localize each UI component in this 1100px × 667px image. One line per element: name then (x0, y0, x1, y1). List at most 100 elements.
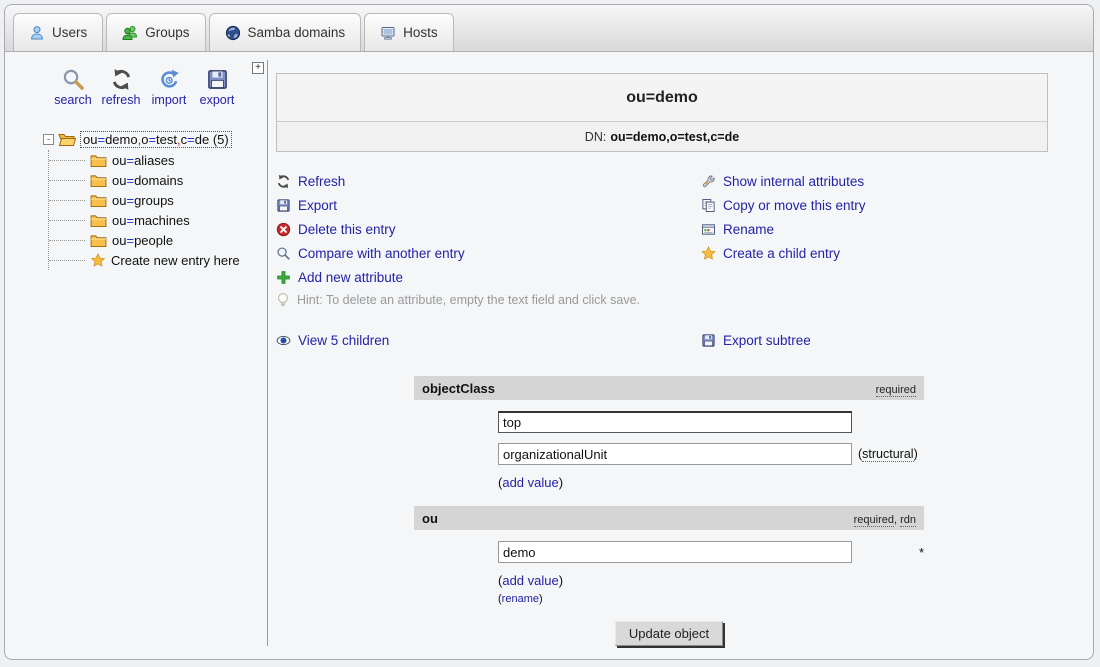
tree-item-ou-domains[interactable]: ou=domains (49, 170, 268, 190)
tab-label: Users (52, 25, 87, 40)
tab-groups[interactable]: Groups (106, 13, 205, 51)
tree-sidebar: + search refresh import export (5, 52, 268, 660)
plus-icon[interactable] (276, 270, 291, 285)
globe-icon (225, 25, 241, 41)
folder-icon (90, 234, 107, 247)
import-button[interactable]: import (145, 68, 193, 107)
floppy-icon[interactable] (701, 333, 716, 348)
objectclass-value-input-1[interactable] (498, 443, 852, 465)
search-label: search (54, 93, 92, 107)
ou-value-input[interactable] (498, 541, 852, 563)
folder-icon (90, 214, 107, 227)
tab-label: Groups (145, 25, 189, 40)
structural-note: (structural) (858, 447, 918, 461)
rdn-marker: * (919, 545, 924, 560)
children-row: View 5 children Export subtree (276, 328, 1048, 352)
add-attribute-link[interactable]: Add new attribute (276, 265, 701, 289)
add-value-link[interactable]: add value (502, 475, 558, 490)
entry-header: ou=demo DN: ou=demo,o=test,c=de (276, 73, 1048, 152)
refresh-icon (110, 68, 133, 91)
attribute-values: (structural) (add value) (414, 400, 924, 490)
refresh-link[interactable]: Refresh (276, 169, 701, 193)
tree-item-label: Create new entry here (111, 253, 240, 268)
dn-label: DN: (585, 130, 607, 144)
floppy-icon[interactable] (276, 198, 291, 213)
attribute-header: ou required, rdn (414, 506, 924, 530)
tab-label: Hosts (403, 25, 438, 40)
expand-all-button[interactable]: + (252, 62, 264, 74)
tree-item-label: ou=groups (112, 193, 174, 208)
attribute-name: objectClass (422, 381, 495, 396)
folder-icon (90, 154, 107, 167)
compare-entry-link[interactable]: Compare with another entry (276, 241, 701, 265)
star-icon[interactable] (701, 246, 716, 261)
user-icon (29, 25, 45, 41)
refresh-button[interactable]: refresh (97, 68, 145, 107)
tree-item-ou-machines[interactable]: ou=machines (49, 210, 268, 230)
import-icon (158, 68, 181, 91)
tab-label: Samba domains (248, 25, 346, 40)
create-child-entry-link[interactable]: Create a child entry (701, 241, 1048, 265)
show-internal-attributes-link[interactable]: Show internal attributes (701, 169, 1048, 193)
copy-icon[interactable] (701, 198, 716, 213)
attribute-header: objectClass required (414, 376, 924, 400)
attribute-ou: ou required, rdn * (add value) (rename) (414, 506, 924, 605)
delete-entry-link[interactable]: Delete this entry (276, 217, 701, 241)
folder-icon (90, 174, 107, 187)
tree-item-create-entry[interactable]: Create new entry here (49, 250, 268, 270)
export-subtree-link[interactable]: Export subtree (701, 328, 1048, 352)
sidebar-toolbar: search refresh import export (49, 68, 268, 107)
attribute-flags: required (876, 384, 916, 396)
add-value-link[interactable]: add value (502, 573, 558, 588)
hint-text: Hint: To delete an attribute, empty the … (297, 293, 640, 307)
attribute-values: * (add value) (rename) (414, 530, 924, 605)
add-value-row: (add value) (498, 573, 924, 588)
rename-link[interactable]: Rename (701, 217, 1048, 241)
rename-icon[interactable] (701, 222, 716, 237)
tree-item-ou-aliases[interactable]: ou=aliases (49, 150, 268, 170)
search-button[interactable]: search (49, 68, 97, 107)
wrench-icon[interactable] (701, 174, 716, 189)
tab-bar: Users Groups Samba domains Hosts (5, 5, 1093, 52)
folder-icon (90, 194, 107, 207)
attribute-flags: required, rdn (854, 514, 916, 526)
update-object-button[interactable]: Update object (615, 621, 723, 646)
tree-item-label: ou=aliases (112, 153, 175, 168)
refresh-icon[interactable] (276, 174, 291, 189)
objectclass-value-input-0[interactable] (498, 411, 852, 433)
entry-dn: DN: ou=demo,o=test,c=de (277, 122, 1047, 151)
tree-item-ou-people[interactable]: ou=people (49, 230, 268, 250)
structural-link[interactable]: structural (862, 447, 913, 462)
open-folder-icon (58, 133, 76, 147)
export-link[interactable]: Export (276, 193, 701, 217)
entry-actions: Refresh Export Delete this entry Compare… (276, 169, 1048, 289)
tab-users[interactable]: Users (13, 13, 103, 51)
star-icon (90, 253, 106, 268)
tree-root-entry[interactable]: - ou=demo,o=test,c=de (5) (43, 129, 268, 150)
rename-value-link[interactable]: rename (502, 593, 539, 605)
add-value-row: (add value) (498, 475, 924, 490)
actions-right-column: Show internal attributes Copy or move th… (701, 169, 1048, 289)
update-row: Update object (414, 621, 924, 646)
dn-value: ou=demo,o=test,c=de (610, 130, 739, 144)
entry-panel: ou=demo DN: ou=demo,o=test,c=de Refresh … (268, 52, 1093, 660)
tree-children: ou=aliases ou=domains ou=groups ou=machi… (48, 150, 268, 270)
attribute-objectclass: objectClass required (structural) (add v… (414, 376, 924, 490)
value-row: (structural) (498, 443, 924, 465)
tab-hosts[interactable]: Hosts (364, 13, 454, 51)
import-label: import (152, 93, 187, 107)
tree-item-label: ou=domains (112, 173, 183, 188)
app-window: Users Groups Samba domains Hosts + searc… (4, 4, 1094, 660)
eye-icon[interactable] (276, 333, 291, 348)
hint-row: Hint: To delete an attribute, empty the … (276, 289, 1048, 311)
view-children-link[interactable]: View 5 children (276, 328, 701, 352)
lightbulb-icon (276, 292, 290, 308)
copy-move-entry-link[interactable]: Copy or move this entry (701, 193, 1048, 217)
export-button[interactable]: export (193, 68, 241, 107)
collapse-toggle[interactable]: - (43, 134, 54, 145)
tree-root-label[interactable]: ou=demo,o=test,c=de (5) (80, 131, 232, 148)
tab-samba-domains[interactable]: Samba domains (209, 13, 362, 51)
delete-icon[interactable] (276, 222, 291, 237)
tree-item-ou-groups[interactable]: ou=groups (49, 190, 268, 210)
magnifier-icon[interactable] (276, 246, 291, 261)
